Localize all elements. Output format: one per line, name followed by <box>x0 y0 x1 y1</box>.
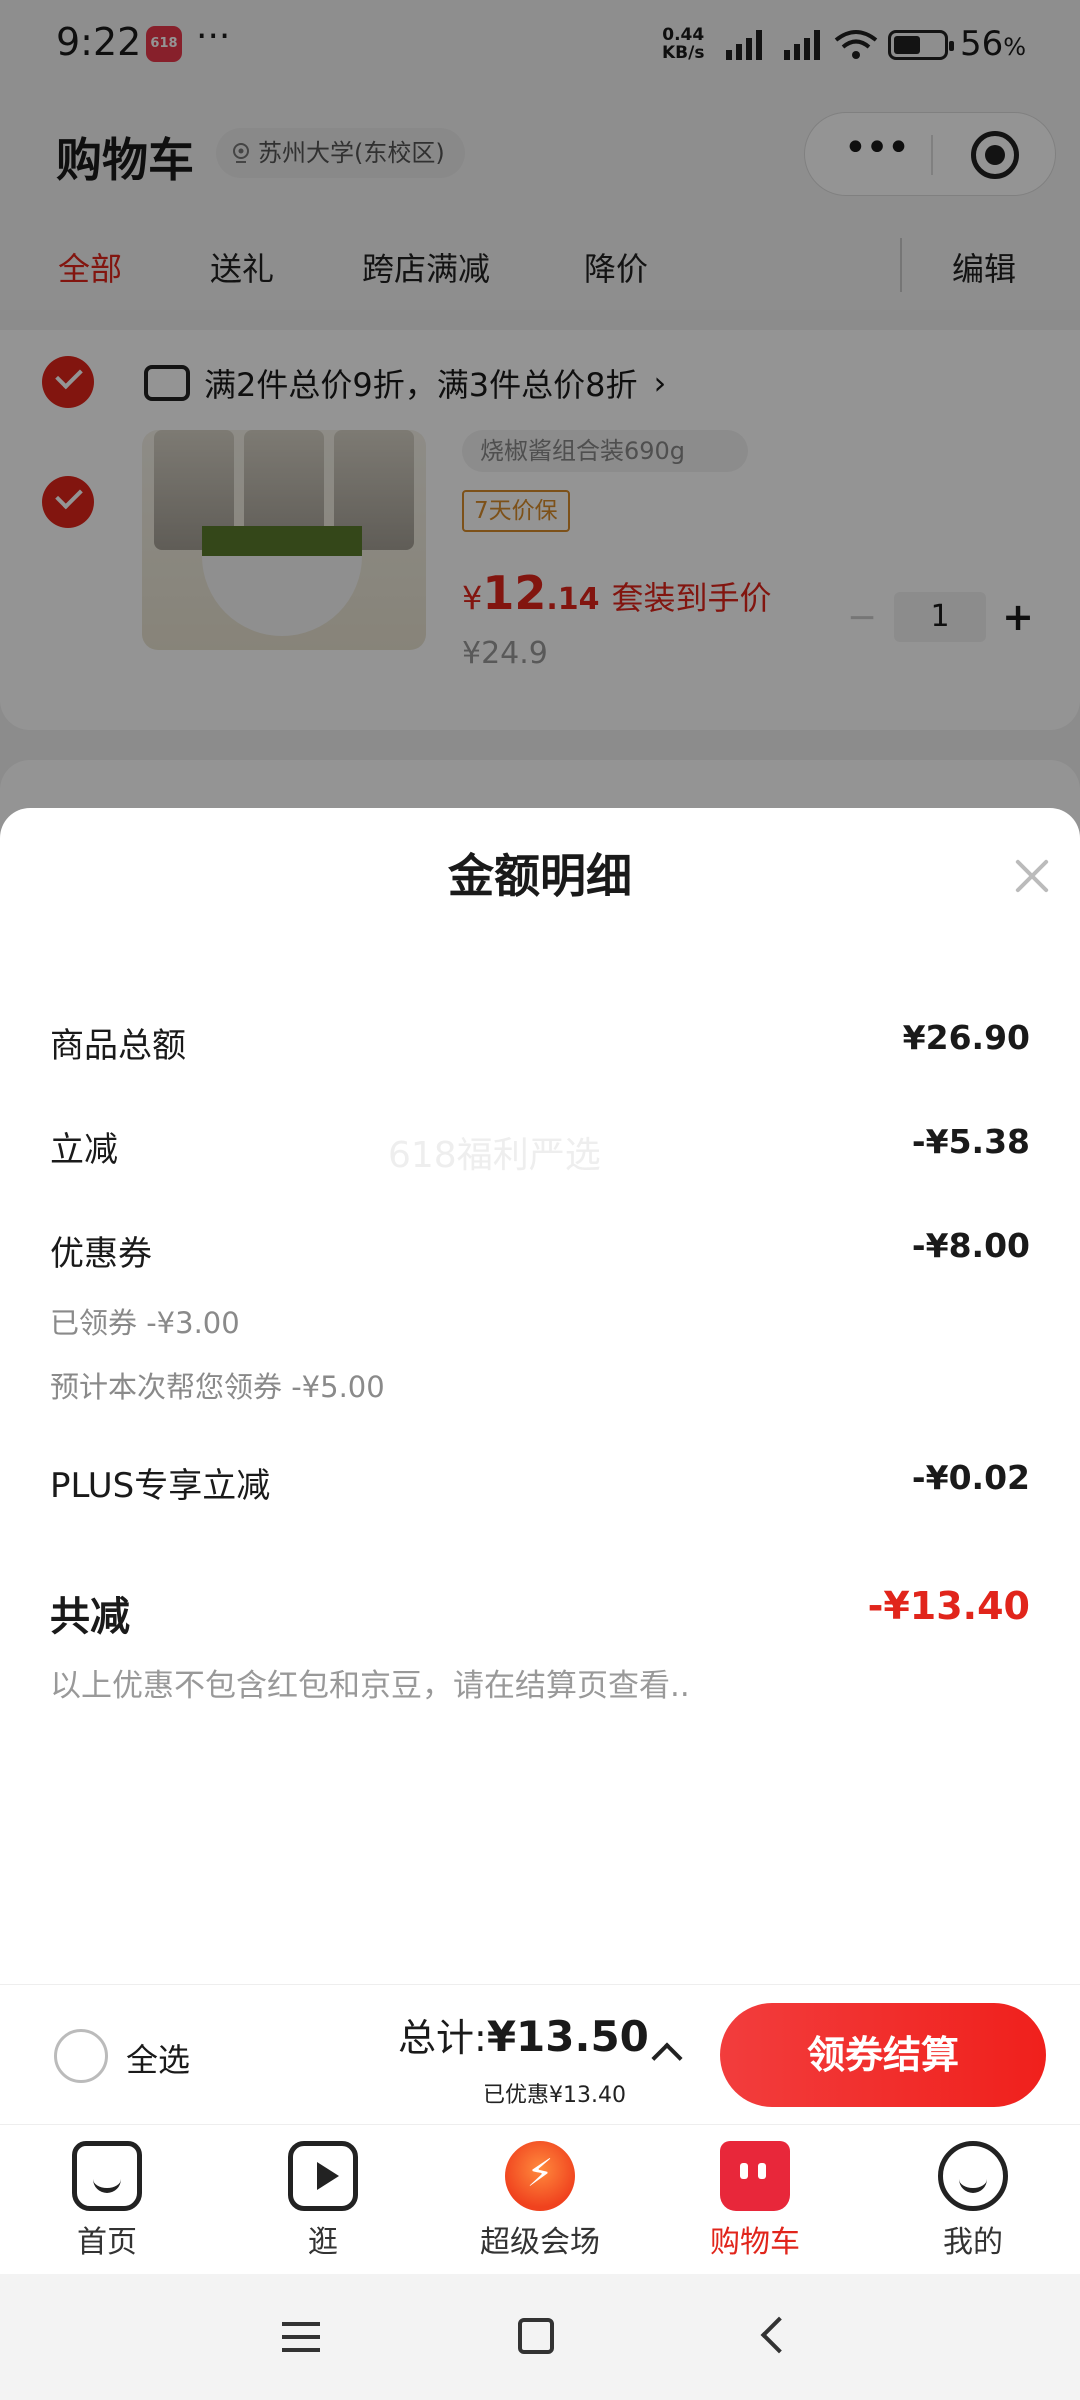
tabbar-browse-label: 逛 <box>308 2225 338 2260</box>
total-prefix: 总计: <box>398 2016 487 2060</box>
super-venue-icon <box>505 2141 575 2211</box>
smile-icon <box>938 2141 1008 2211</box>
coupon-claimed: 已领券 -¥3.00 <box>50 1306 240 1340</box>
tabbar-home-label: 首页 <box>77 2225 137 2260</box>
bottom-tab-bar: 首页 逛 超级会场 购物车 我的 <box>0 2124 1080 2274</box>
home-nav-icon[interactable] <box>518 2318 554 2354</box>
tabbar-me[interactable]: 我的 <box>888 2141 1058 2261</box>
checkout-button[interactable]: 领券结算 <box>720 2003 1046 2107</box>
discount-note: 以上优惠不包含红包和京豆，请在结算页查看.. <box>50 1668 690 1704</box>
goods-total-value: ¥26.90 <box>902 1018 1030 1057</box>
home-icon <box>72 2141 142 2211</box>
total-discount-label: 共减 <box>50 1594 130 1640</box>
coupon-expected: 预计本次帮您领券 -¥5.00 <box>50 1370 385 1404</box>
saved-amount: 已优惠¥13.40 <box>483 2083 626 2108</box>
tabbar-me-label: 我的 <box>943 2225 1003 2260</box>
coupon-label: 优惠券 <box>50 1234 152 1274</box>
tabbar-cart[interactable]: 购物车 <box>670 2141 840 2261</box>
tabbar-home[interactable]: 首页 <box>22 2141 192 2261</box>
amount-detail-sheet: 金额明细 618福利严选 商品总额 ¥26.90 立减 -¥5.38 优惠券 -… <box>0 808 1080 1984</box>
tabbar-browse[interactable]: 逛 <box>238 2141 408 2261</box>
sheet-title: 金额明细 <box>448 849 632 903</box>
instant-discount-label: 立减 <box>50 1130 118 1170</box>
cart-icon <box>720 2141 790 2211</box>
recent-apps-icon[interactable] <box>282 2322 320 2352</box>
select-all-label[interactable]: 全选 <box>126 2035 190 2081</box>
total-price: 总计: ¥13.50 <box>398 2007 649 2062</box>
plus-discount-label: PLUS专享立减 <box>50 1466 271 1506</box>
tabbar-super-venue[interactable]: 超级会场 <box>455 2141 625 2261</box>
goods-total-label: 商品总额 <box>50 1026 186 1066</box>
plus-discount-value: -¥0.02 <box>911 1458 1030 1497</box>
tabbar-super-venue-label: 超级会场 <box>480 2225 600 2260</box>
instant-discount-value: -¥5.38 <box>911 1122 1030 1161</box>
tabbar-cart-label: 购物车 <box>710 2225 800 2260</box>
system-nav-bar <box>0 2274 1080 2400</box>
watermark-text: 618福利严选 <box>388 1135 601 1176</box>
select-all-checkbox[interactable] <box>54 2029 108 2083</box>
coupon-value: -¥8.00 <box>911 1226 1030 1265</box>
checkout-bar: 全选 总计: ¥13.50 已优惠¥13.40 领券结算 <box>0 1984 1080 2124</box>
close-icon[interactable] <box>1014 858 1050 894</box>
back-icon[interactable] <box>760 2316 798 2354</box>
video-icon <box>288 2141 358 2211</box>
total-discount-value: -¥13.40 <box>867 1584 1030 1628</box>
total-amount: ¥13.50 <box>486 2012 649 2061</box>
chevron-up-icon[interactable] <box>651 2042 683 2074</box>
